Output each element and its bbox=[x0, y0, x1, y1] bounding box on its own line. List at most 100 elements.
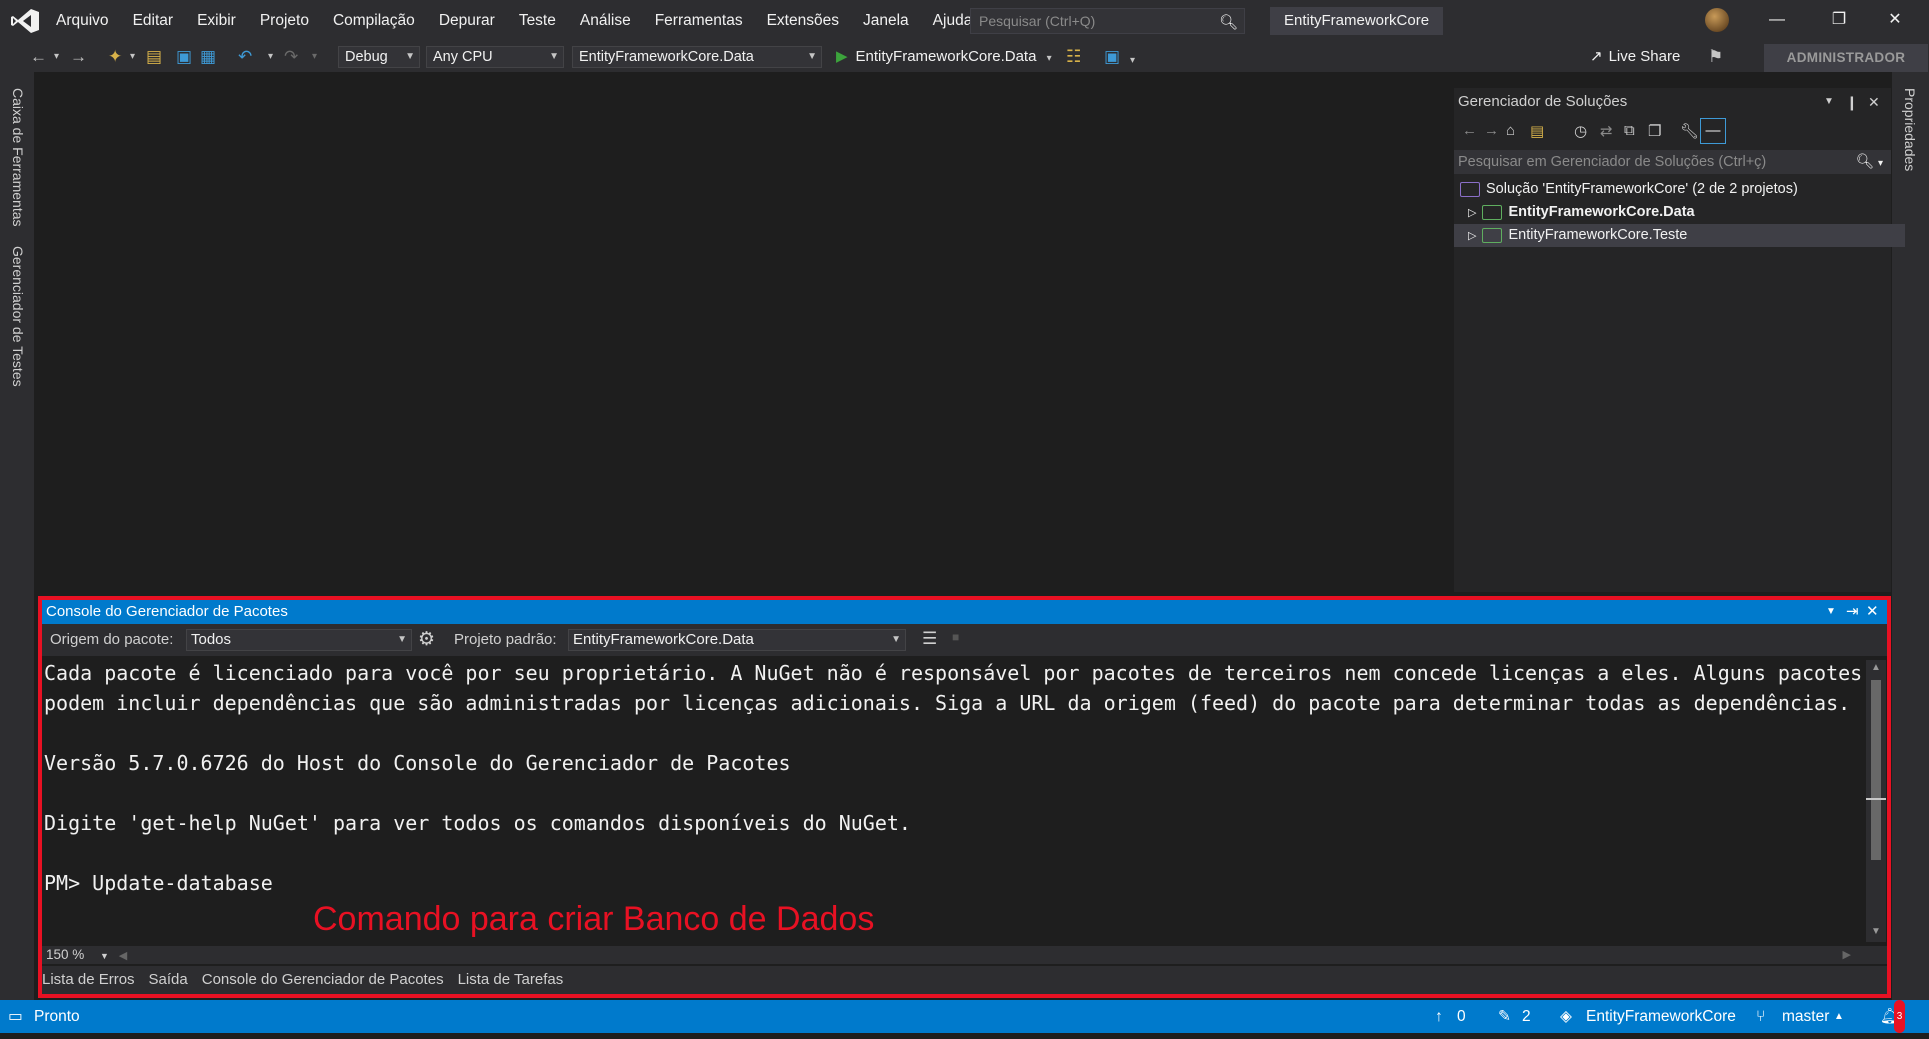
menu-item-janela[interactable]: Janela bbox=[851, 12, 921, 30]
menu-item-exibir[interactable]: Exibir bbox=[185, 12, 248, 30]
avatar[interactable] bbox=[1705, 8, 1729, 32]
stop-icon[interactable]: ■ bbox=[952, 630, 959, 644]
package-source-value: Todos bbox=[191, 631, 232, 648]
restore-icon[interactable]: ❐ bbox=[1824, 6, 1854, 34]
minimize-icon[interactable]: — bbox=[1762, 6, 1792, 34]
window-position-dropdown-icon[interactable]: ▼ bbox=[1826, 600, 1836, 624]
project-node-teste[interactable]: ▷ EntityFrameworkCore.Teste bbox=[1454, 224, 1905, 247]
tab-lista-de-tarefas[interactable]: Lista de Tarefas bbox=[458, 971, 564, 988]
find-in-files-icon[interactable]: ☷ bbox=[1066, 46, 1081, 68]
branch-icon[interactable]: ⑂ bbox=[1756, 1000, 1765, 1033]
close-icon[interactable]: ✕ bbox=[1880, 6, 1910, 34]
console-line bbox=[44, 838, 1865, 868]
pin-icon[interactable]: ❙ bbox=[1846, 88, 1858, 116]
startup-project-select[interactable]: EntityFrameworkCore.Data ▼ bbox=[572, 46, 822, 68]
save-all-icon[interactable]: ▦ bbox=[200, 46, 216, 68]
console-scrollbar[interactable]: ▲ ▼ bbox=[1866, 660, 1886, 942]
chevron-up-icon[interactable]: ▲ bbox=[1834, 1000, 1844, 1033]
tab-saida[interactable]: Saída bbox=[149, 971, 188, 988]
solution-search-input[interactable]: Pesquisar em Gerenciador de Soluções (Ct… bbox=[1454, 150, 1891, 174]
window-position-dropdown-icon[interactable]: ▼ bbox=[1824, 88, 1834, 116]
solution-node[interactable]: Solução 'EntityFrameworkCore' (2 de 2 pr… bbox=[1454, 178, 1897, 201]
menu-item-analise[interactable]: Análise bbox=[568, 12, 643, 30]
zoom-level-select[interactable]: 150 % bbox=[46, 947, 84, 962]
collapse-all-icon[interactable]: ⧉ bbox=[1624, 122, 1635, 139]
project-name: EntityFrameworkCore.Teste bbox=[1508, 227, 1688, 243]
menu-item-compilacao[interactable]: Compilação bbox=[321, 12, 427, 30]
redo-dropdown-icon[interactable]: ▾ bbox=[312, 46, 317, 68]
expand-arrow-icon[interactable]: ▷ bbox=[1468, 207, 1476, 219]
home-icon[interactable]: ⌂ bbox=[1506, 122, 1515, 139]
start-debugging-button[interactable]: ▶ EntityFrameworkCore.Data ▾ bbox=[836, 46, 1052, 68]
tab-gerenciador-de-testes[interactable]: Gerenciador de Testes bbox=[10, 246, 26, 387]
solution-icon bbox=[1460, 181, 1480, 197]
feedback-icon[interactable]: ⚑ bbox=[1708, 44, 1723, 70]
tab-lista-de-erros[interactable]: Lista de Erros bbox=[42, 971, 135, 988]
back-icon[interactable]: ← bbox=[30, 46, 47, 68]
scrollbar-thumb[interactable] bbox=[1871, 680, 1881, 860]
repository-icon[interactable]: ◈ bbox=[1560, 1000, 1572, 1033]
package-source-select[interactable]: Todos ▼ bbox=[186, 629, 412, 651]
pin-icon[interactable]: ⇥ bbox=[1846, 600, 1859, 624]
menu-item-editar[interactable]: Editar bbox=[121, 12, 186, 30]
configuration-select[interactable]: Debug ▼ bbox=[338, 46, 420, 68]
live-share-button[interactable]: ↗ Live Share bbox=[1590, 44, 1680, 70]
push-count[interactable]: 0 bbox=[1457, 1000, 1466, 1033]
menu-item-depurar[interactable]: Depurar bbox=[427, 12, 507, 30]
clear-console-icon[interactable]: ☰ bbox=[922, 629, 937, 649]
pending-changes-filter-icon[interactable]: ◷ bbox=[1574, 122, 1587, 140]
push-arrow-icon[interactable]: ↑ bbox=[1435, 1000, 1443, 1033]
redo-icon[interactable]: ↷ bbox=[284, 46, 298, 68]
repository-name[interactable]: EntityFrameworkCore bbox=[1586, 1000, 1736, 1033]
notifications-bell-icon[interactable]: 🔔︎ 3 bbox=[1880, 1000, 1906, 1033]
toolbar-overflow-icon[interactable]: ▾ bbox=[1130, 50, 1135, 72]
tab-propriedades[interactable]: Propriedades bbox=[1902, 88, 1918, 171]
show-all-files-icon[interactable]: ❐ bbox=[1648, 122, 1661, 140]
project-node-data[interactable]: ▷ EntityFrameworkCore.Data bbox=[1454, 201, 1905, 224]
administrator-badge: ADMINISTRADOR bbox=[1764, 44, 1928, 72]
pending-changes-count[interactable]: 2 bbox=[1522, 1000, 1531, 1033]
forward-icon[interactable]: → bbox=[1484, 122, 1499, 139]
menu-item-teste[interactable]: Teste bbox=[507, 12, 568, 30]
new-project-icon[interactable]: ✦ bbox=[108, 46, 122, 68]
menu-item-projeto[interactable]: Projeto bbox=[248, 12, 321, 30]
settings-gear-icon[interactable]: ⚙ bbox=[418, 628, 435, 651]
quick-search-input[interactable]: Pesquisar (Ctrl+Q) 🔍︎ bbox=[970, 8, 1245, 34]
search-icon: 🔍︎ bbox=[1218, 14, 1238, 31]
console-prompt-line[interactable]: PM> Update-database bbox=[44, 868, 1865, 898]
scroll-down-icon[interactable]: ▼ bbox=[1871, 926, 1881, 937]
package-manager-console-panel: Console do Gerenciador de Pacotes ▼ ⇥ ✕ … bbox=[38, 596, 1891, 998]
expand-arrow-icon[interactable]: ▷ bbox=[1468, 230, 1476, 242]
menu-item-ferramentas[interactable]: Ferramentas bbox=[643, 12, 755, 30]
open-folder-icon[interactable]: ▤ bbox=[146, 46, 162, 68]
menu-item-arquivo[interactable]: Arquivo bbox=[44, 12, 121, 30]
chevron-down-icon[interactable]: ▼ bbox=[100, 951, 109, 961]
new-project-dropdown-icon[interactable]: ▾ bbox=[130, 46, 135, 68]
status-text: Pronto bbox=[34, 1008, 80, 1025]
scroll-up-icon[interactable]: ▲ bbox=[1871, 662, 1881, 673]
save-icon[interactable]: ▣ bbox=[176, 46, 192, 68]
chevron-down-icon: ▼ bbox=[891, 634, 901, 645]
close-icon[interactable]: ✕ bbox=[1868, 88, 1880, 116]
close-icon[interactable]: ✕ bbox=[1866, 600, 1879, 624]
scroll-right-icon[interactable]: ▶ bbox=[1843, 946, 1851, 964]
forward-icon[interactable]: → bbox=[70, 46, 87, 68]
pencil-icon[interactable]: ✎ bbox=[1498, 1000, 1511, 1033]
branch-name[interactable]: master bbox=[1782, 1000, 1829, 1033]
window-layout-icon[interactable]: ▣ bbox=[1104, 46, 1120, 68]
switch-views-icon[interactable]: ▤ bbox=[1530, 122, 1544, 140]
back-icon[interactable]: ← bbox=[1462, 122, 1477, 139]
undo-dropdown-icon[interactable]: ▾ bbox=[268, 46, 273, 68]
sync-icon[interactable]: ⇄ bbox=[1600, 122, 1613, 140]
properties-wrench-icon[interactable]: 🔧︎ bbox=[1680, 122, 1699, 140]
tab-caixa-de-ferramentas[interactable]: Caixa de Ferramentas bbox=[10, 88, 26, 227]
undo-icon[interactable]: ↶ bbox=[238, 46, 252, 68]
default-project-select[interactable]: EntityFrameworkCore.Data ▼ bbox=[568, 629, 906, 651]
platform-select[interactable]: Any CPU ▼ bbox=[426, 46, 564, 68]
scroll-left-icon[interactable]: ◀ bbox=[119, 950, 127, 962]
preview-selected-items-icon[interactable]: — bbox=[1700, 118, 1726, 144]
menu-item-extensoes[interactable]: Extensões bbox=[755, 12, 851, 30]
back-dropdown-icon[interactable]: ▾ bbox=[54, 46, 59, 68]
tab-console-gerenciador-pacotes[interactable]: Console do Gerenciador de Pacotes bbox=[202, 971, 444, 988]
console-options-bar: Origem do pacote: Todos ▼ ⚙ Projeto padr… bbox=[42, 624, 1887, 656]
